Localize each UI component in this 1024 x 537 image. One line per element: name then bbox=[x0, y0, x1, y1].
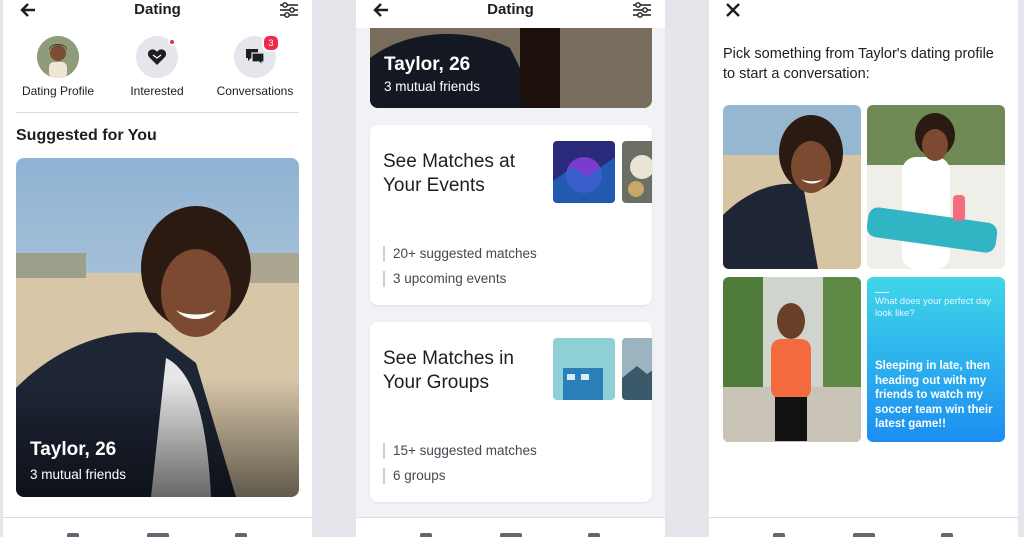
suggested-profile-card[interactable]: Taylor, 26 3 mutual friends bbox=[16, 158, 299, 497]
nav-home-icon[interactable] bbox=[853, 533, 875, 537]
photo-tile[interactable] bbox=[723, 277, 861, 442]
event-thumbnail bbox=[622, 141, 652, 203]
events-count: 3 upcoming events bbox=[383, 271, 506, 287]
shortcut-label: Dating Profile bbox=[21, 84, 95, 98]
dating-profile-shortcut[interactable]: Dating Profile bbox=[8, 36, 108, 98]
photo-tile[interactable] bbox=[723, 105, 861, 269]
nav-recents-icon[interactable] bbox=[588, 533, 600, 537]
profile-photo bbox=[867, 105, 1005, 269]
settings-sliders-icon[interactable] bbox=[278, 0, 300, 20]
matches-count: 15+ suggested matches bbox=[383, 443, 537, 459]
suggested-profile-card[interactable]: Taylor, 26 3 mutual friends bbox=[370, 28, 652, 108]
card-title: See Matches in Your Groups bbox=[383, 348, 514, 393]
dating-matches-screen: Dating Taylor, 26 3 mutual friends See M… bbox=[356, 0, 665, 537]
shortcut-label: Conversations bbox=[216, 84, 294, 98]
shortcut-row: Dating Profile Interested 3 Conversation… bbox=[3, 34, 312, 100]
shortcut-label: Interested bbox=[130, 84, 184, 98]
page-title: Dating bbox=[134, 1, 181, 18]
interested-circle bbox=[136, 36, 178, 78]
card-title: See Matches at Your Events bbox=[383, 151, 516, 196]
nav-back-icon[interactable] bbox=[67, 533, 79, 537]
conversation-prompt: Pick something from Taylor's dating prof… bbox=[723, 46, 994, 82]
profile-question: What does your perfect day look like? bbox=[875, 292, 1000, 320]
event-thumbnail bbox=[553, 141, 615, 203]
question-answer-tile[interactable]: What does your perfect day look like? Sl… bbox=[867, 277, 1005, 442]
matches-count: 20+ suggested matches bbox=[383, 246, 537, 262]
close-icon[interactable] bbox=[722, 0, 744, 20]
section-title: Suggested for You bbox=[16, 127, 157, 144]
nav-home-icon[interactable] bbox=[500, 533, 522, 537]
mutual-friends: 3 mutual friends bbox=[384, 79, 481, 94]
nav-recents-icon[interactable] bbox=[235, 533, 247, 537]
nav-back-icon[interactable] bbox=[773, 533, 785, 537]
system-nav-bar bbox=[709, 517, 1018, 537]
conversations-shortcut[interactable]: 3 Conversations bbox=[205, 34, 305, 98]
conversations-circle: 3 bbox=[234, 34, 280, 78]
notification-dot bbox=[168, 38, 176, 46]
top-bar: Dating bbox=[3, 0, 312, 22]
avatar bbox=[37, 36, 79, 78]
start-conversation-screen: Pick something from Taylor's dating prof… bbox=[709, 0, 1018, 537]
profile-photo bbox=[723, 277, 861, 442]
page-title: Dating bbox=[487, 1, 534, 18]
dating-home-screen: Dating Dating Profile Interested 3 Conve… bbox=[3, 0, 312, 537]
system-nav-bar bbox=[356, 517, 665, 537]
divider bbox=[16, 112, 299, 113]
nav-recents-icon[interactable] bbox=[941, 533, 953, 537]
groups-matches-card[interactable]: See Matches in Your Groups 15+ suggested… bbox=[370, 322, 652, 502]
profile-name: Taylor, 26 bbox=[384, 54, 471, 75]
events-matches-card[interactable]: See Matches at Your Events 20+ suggested… bbox=[370, 125, 652, 305]
profile-photo bbox=[723, 105, 861, 269]
interested-shortcut[interactable]: Interested bbox=[107, 36, 207, 98]
profile-answer: Sleeping in late, then heading out with … bbox=[875, 360, 993, 430]
nav-home-icon[interactable] bbox=[147, 533, 169, 537]
mutual-friends: 3 mutual friends bbox=[30, 467, 127, 482]
photo-tile[interactable] bbox=[867, 105, 1005, 269]
groups-count: 6 groups bbox=[383, 468, 446, 484]
unread-badge: 3 bbox=[262, 34, 280, 52]
profile-name: Taylor, 26 bbox=[30, 439, 117, 460]
system-nav-bar bbox=[3, 517, 312, 537]
top-bar: Dating bbox=[356, 0, 665, 28]
nav-back-icon[interactable] bbox=[420, 533, 432, 537]
group-thumbnail bbox=[553, 338, 615, 400]
group-thumbnail bbox=[622, 338, 652, 400]
settings-sliders-icon[interactable] bbox=[631, 0, 653, 20]
